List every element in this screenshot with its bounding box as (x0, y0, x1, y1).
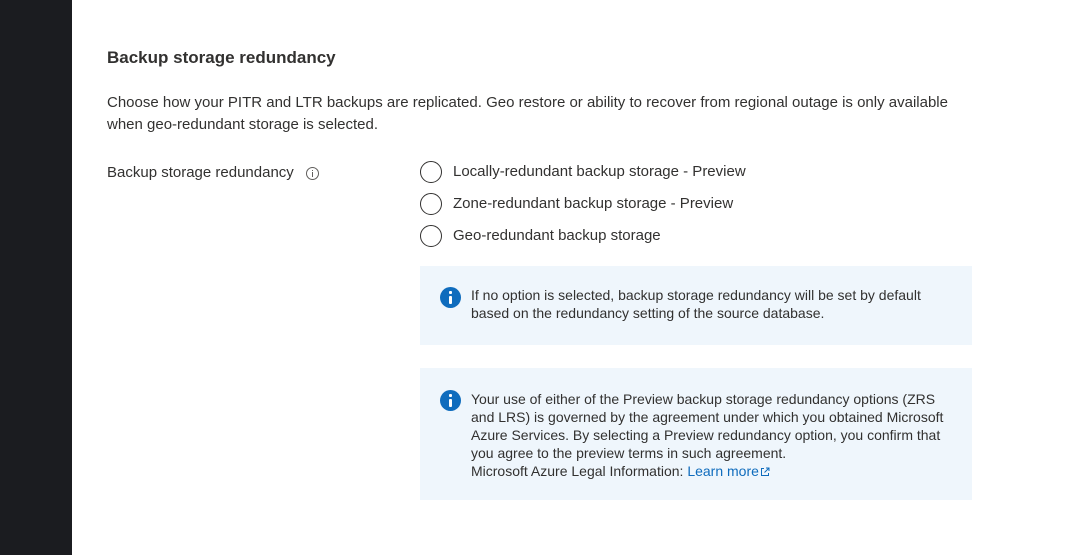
radio-button[interactable] (420, 225, 442, 247)
radio-label[interactable]: Geo-redundant backup storage (453, 225, 661, 247)
learn-more-link[interactable]: Learn more (687, 463, 770, 479)
info-filled-icon (440, 287, 461, 308)
external-link-icon[interactable] (760, 467, 770, 477)
info-outline-icon[interactable] (305, 166, 319, 180)
radio-label[interactable]: Locally-redundant backup storage - Previ… (453, 161, 746, 183)
radio-option-zone-redundant[interactable]: Zone-redundant backup storage - Preview (420, 188, 746, 220)
main-content: Backup storage redundancy Choose how you… (72, 0, 1080, 555)
info-box-text: Your use of either of the Preview backup… (471, 391, 944, 461)
legal-information-label: Microsoft Azure Legal Information: (471, 463, 688, 479)
learn-more-label[interactable]: Learn more (687, 463, 759, 479)
legal-information-line: Microsoft Azure Legal Information: Learn… (471, 462, 952, 480)
radio-option-geo-redundant[interactable]: Geo-redundant backup storage (420, 220, 746, 252)
field-label-text: Backup storage redundancy (107, 164, 294, 181)
radio-label[interactable]: Zone-redundant backup storage - Preview (453, 193, 733, 215)
section-description: Choose how your PITR and LTR backups are… (107, 94, 948, 133)
section-title: Backup storage redundancy (107, 48, 336, 67)
preview-terms-info-box: Your use of either of the Preview backup… (420, 368, 972, 500)
backup-redundancy-field-label: Backup storage redundancy (107, 162, 319, 184)
radio-option-locally-redundant[interactable]: Locally-redundant backup storage - Previ… (420, 156, 746, 188)
info-filled-icon (440, 390, 461, 411)
radio-button[interactable] (420, 193, 442, 215)
info-box-text: If no option is selected, backup storage… (471, 287, 921, 321)
left-dark-rail (0, 0, 72, 555)
radio-button[interactable] (420, 161, 442, 183)
backup-redundancy-radio-group: Locally-redundant backup storage - Previ… (420, 156, 746, 252)
default-redundancy-info-box: If no option is selected, backup storage… (420, 266, 972, 345)
